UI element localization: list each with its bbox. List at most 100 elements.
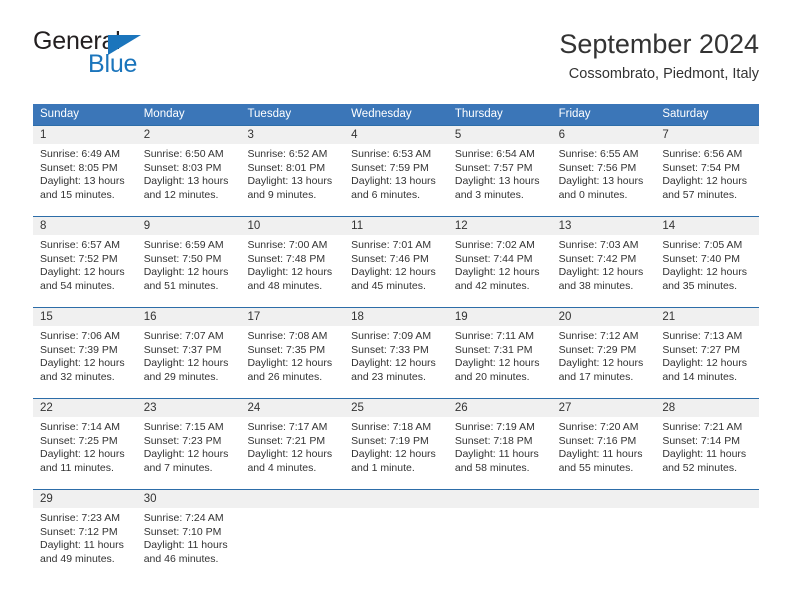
day-number[interactable]: 25 [344, 399, 448, 417]
sunrise-text: Sunrise: 7:05 AM [662, 239, 743, 251]
day-cell[interactable]: Sunrise: 7:00 AM Sunset: 7:48 PM Dayligh… [240, 235, 344, 307]
day-number[interactable]: 11 [344, 217, 448, 235]
sunset-text: Sunset: 7:56 PM [558, 161, 637, 174]
day-cell[interactable]: Sunrise: 7:13 AM Sunset: 7:27 PM Dayligh… [655, 326, 759, 398]
day-cell[interactable]: Sunrise: 7:08 AM Sunset: 7:35 PM Dayligh… [240, 326, 344, 398]
week-number-band: 22 23 24 25 26 27 28 [33, 399, 759, 417]
daylight-text: Daylight: 11 hours [40, 539, 124, 552]
day-number[interactable]: 7 [655, 126, 759, 144]
sunset-text: Sunset: 8:01 PM [247, 161, 326, 174]
day-cell[interactable]: Sunrise: 7:21 AM Sunset: 7:14 PM Dayligh… [655, 417, 759, 489]
day-number[interactable]: 30 [137, 490, 241, 508]
daylight-text-cont: and 52 minutes. [662, 461, 738, 474]
day-cell[interactable]: Sunrise: 6:50 AM Sunset: 8:03 PM Dayligh… [137, 144, 241, 216]
day-number[interactable]: 23 [137, 399, 241, 417]
day-number[interactable]: 9 [137, 217, 241, 235]
day-cell[interactable]: Sunrise: 6:54 AM Sunset: 7:57 PM Dayligh… [448, 144, 552, 216]
daylight-text-cont: and 7 minutes. [143, 461, 213, 474]
day-cell[interactable]: Sunrise: 6:57 AM Sunset: 7:52 PM Dayligh… [33, 235, 137, 307]
day-cell[interactable]: Sunrise: 7:07 AM Sunset: 7:37 PM Dayligh… [137, 326, 241, 398]
day-number[interactable]: 29 [33, 490, 137, 508]
day-cell[interactable]: Sunrise: 6:49 AM Sunset: 8:05 PM Dayligh… [33, 144, 137, 216]
day-cell[interactable]: Sunrise: 6:59 AM Sunset: 7:50 PM Dayligh… [137, 235, 241, 307]
day-cell[interactable]: Sunrise: 7:17 AM Sunset: 7:21 PM Dayligh… [240, 417, 344, 489]
day-cell[interactable]: Sunrise: 7:05 AM Sunset: 7:40 PM Dayligh… [655, 235, 759, 307]
day-cell[interactable]: Sunrise: 7:11 AM Sunset: 7:31 PM Dayligh… [448, 326, 552, 398]
day-cell[interactable]: Sunrise: 6:56 AM Sunset: 7:54 PM Dayligh… [655, 144, 759, 216]
week-number-band: 29 30 [33, 490, 759, 508]
week-number-band: 8 9 10 11 12 13 14 [33, 217, 759, 235]
day-number[interactable]: 2 [137, 126, 241, 144]
day-number[interactable]: 1 [33, 126, 137, 144]
day-cell[interactable]: Sunrise: 7:20 AM Sunset: 7:16 PM Dayligh… [552, 417, 656, 489]
day-number[interactable]: 6 [552, 126, 656, 144]
day-cell[interactable]: Sunrise: 7:12 AM Sunset: 7:29 PM Dayligh… [552, 326, 656, 398]
day-cell[interactable]: Sunrise: 7:18 AM Sunset: 7:19 PM Dayligh… [344, 417, 448, 489]
day-cell[interactable]: Sunrise: 7:23 AM Sunset: 7:12 PM Dayligh… [33, 508, 137, 580]
sunrise-text: Sunrise: 7:18 AM [351, 421, 432, 433]
week-number-band: 1 2 3 4 5 6 7 [33, 126, 759, 144]
day-number[interactable]: 14 [655, 217, 759, 235]
day-cell[interactable]: Sunrise: 7:14 AM Sunset: 7:25 PM Dayligh… [33, 417, 137, 489]
sunrise-text: Sunrise: 7:00 AM [247, 239, 328, 251]
day-cell[interactable]: Sunrise: 6:52 AM Sunset: 8:01 PM Dayligh… [240, 144, 344, 216]
day-cell[interactable]: Sunrise: 6:53 AM Sunset: 7:59 PM Dayligh… [344, 144, 448, 216]
day-cell[interactable]: Sunrise: 6:55 AM Sunset: 7:56 PM Dayligh… [552, 144, 656, 216]
day-cell[interactable]: Sunrise: 7:06 AM Sunset: 7:39 PM Dayligh… [33, 326, 137, 398]
daylight-text: Daylight: 13 hours [558, 175, 644, 188]
day-number[interactable]: 17 [240, 308, 344, 326]
general-blue-logo[interactable]: General Blue [33, 27, 263, 89]
day-cell[interactable]: Sunrise: 7:03 AM Sunset: 7:42 PM Dayligh… [552, 235, 656, 307]
daylight-text-cont: and 48 minutes. [247, 279, 323, 292]
day-number[interactable]: 12 [448, 217, 552, 235]
day-cell[interactable]: Sunrise: 7:09 AM Sunset: 7:33 PM Dayligh… [344, 326, 448, 398]
day-number[interactable]: 4 [344, 126, 448, 144]
daylight-text: Daylight: 12 hours [247, 357, 333, 370]
day-number[interactable]: 27 [552, 399, 656, 417]
daylight-text-cont: and 17 minutes. [558, 370, 634, 383]
day-number[interactable]: 20 [552, 308, 656, 326]
sunset-text: Sunset: 7:35 PM [247, 343, 326, 356]
sunset-text: Sunset: 7:50 PM [143, 252, 222, 265]
sunrise-text: Sunrise: 7:07 AM [143, 330, 224, 342]
day-number[interactable]: 8 [33, 217, 137, 235]
daylight-text-cont: and 1 minute. [351, 461, 415, 474]
daylight-text: Daylight: 12 hours [40, 448, 125, 461]
daylight-text-cont: and 29 minutes. [143, 370, 219, 383]
daylight-text-cont: and 32 minutes. [40, 370, 115, 383]
day-number[interactable]: 21 [655, 308, 759, 326]
day-cell[interactable]: Sunrise: 7:15 AM Sunset: 7:23 PM Dayligh… [137, 417, 241, 489]
sunrise-text: Sunrise: 6:54 AM [454, 148, 535, 160]
day-number[interactable]: 15 [33, 308, 137, 326]
day-number[interactable]: 13 [552, 217, 656, 235]
day-number[interactable]: 18 [344, 308, 448, 326]
day-number[interactable]: 10 [240, 217, 344, 235]
sunrise-text: Sunrise: 6:53 AM [351, 148, 432, 160]
day-cell-empty [655, 508, 759, 580]
day-cell[interactable]: Sunrise: 7:19 AM Sunset: 7:18 PM Dayligh… [448, 417, 552, 489]
day-number[interactable]: 19 [448, 308, 552, 326]
daylight-text-cont: and 45 minutes. [351, 279, 426, 292]
day-number[interactable]: 28 [655, 399, 759, 417]
week-detail-band: Sunrise: 7:23 AM Sunset: 7:12 PM Dayligh… [33, 508, 759, 580]
daylight-text: Daylight: 12 hours [143, 357, 229, 370]
sunrise-text: Sunrise: 7:13 AM [662, 330, 743, 342]
day-number[interactable]: 24 [240, 399, 344, 417]
sunrise-text: Sunrise: 6:49 AM [40, 148, 120, 160]
day-cell[interactable]: Sunrise: 7:24 AM Sunset: 7:10 PM Dayligh… [137, 508, 241, 580]
day-number[interactable]: 22 [33, 399, 137, 417]
daylight-text: Daylight: 12 hours [454, 266, 540, 279]
sunrise-text: Sunrise: 6:52 AM [247, 148, 328, 160]
day-number[interactable]: 3 [240, 126, 344, 144]
day-number[interactable]: 16 [137, 308, 241, 326]
day-number-empty [655, 490, 759, 508]
day-number[interactable]: 5 [448, 126, 552, 144]
day-cell[interactable]: Sunrise: 7:02 AM Sunset: 7:44 PM Dayligh… [448, 235, 552, 307]
daylight-text: Daylight: 11 hours [454, 448, 539, 461]
day-number[interactable]: 26 [448, 399, 552, 417]
daylight-text-cont: and 51 minutes. [143, 279, 219, 292]
sunset-text: Sunset: 7:46 PM [351, 252, 429, 265]
day-cell-empty [240, 508, 344, 580]
sunset-text: Sunset: 7:40 PM [662, 252, 740, 265]
day-cell[interactable]: Sunrise: 7:01 AM Sunset: 7:46 PM Dayligh… [344, 235, 448, 307]
